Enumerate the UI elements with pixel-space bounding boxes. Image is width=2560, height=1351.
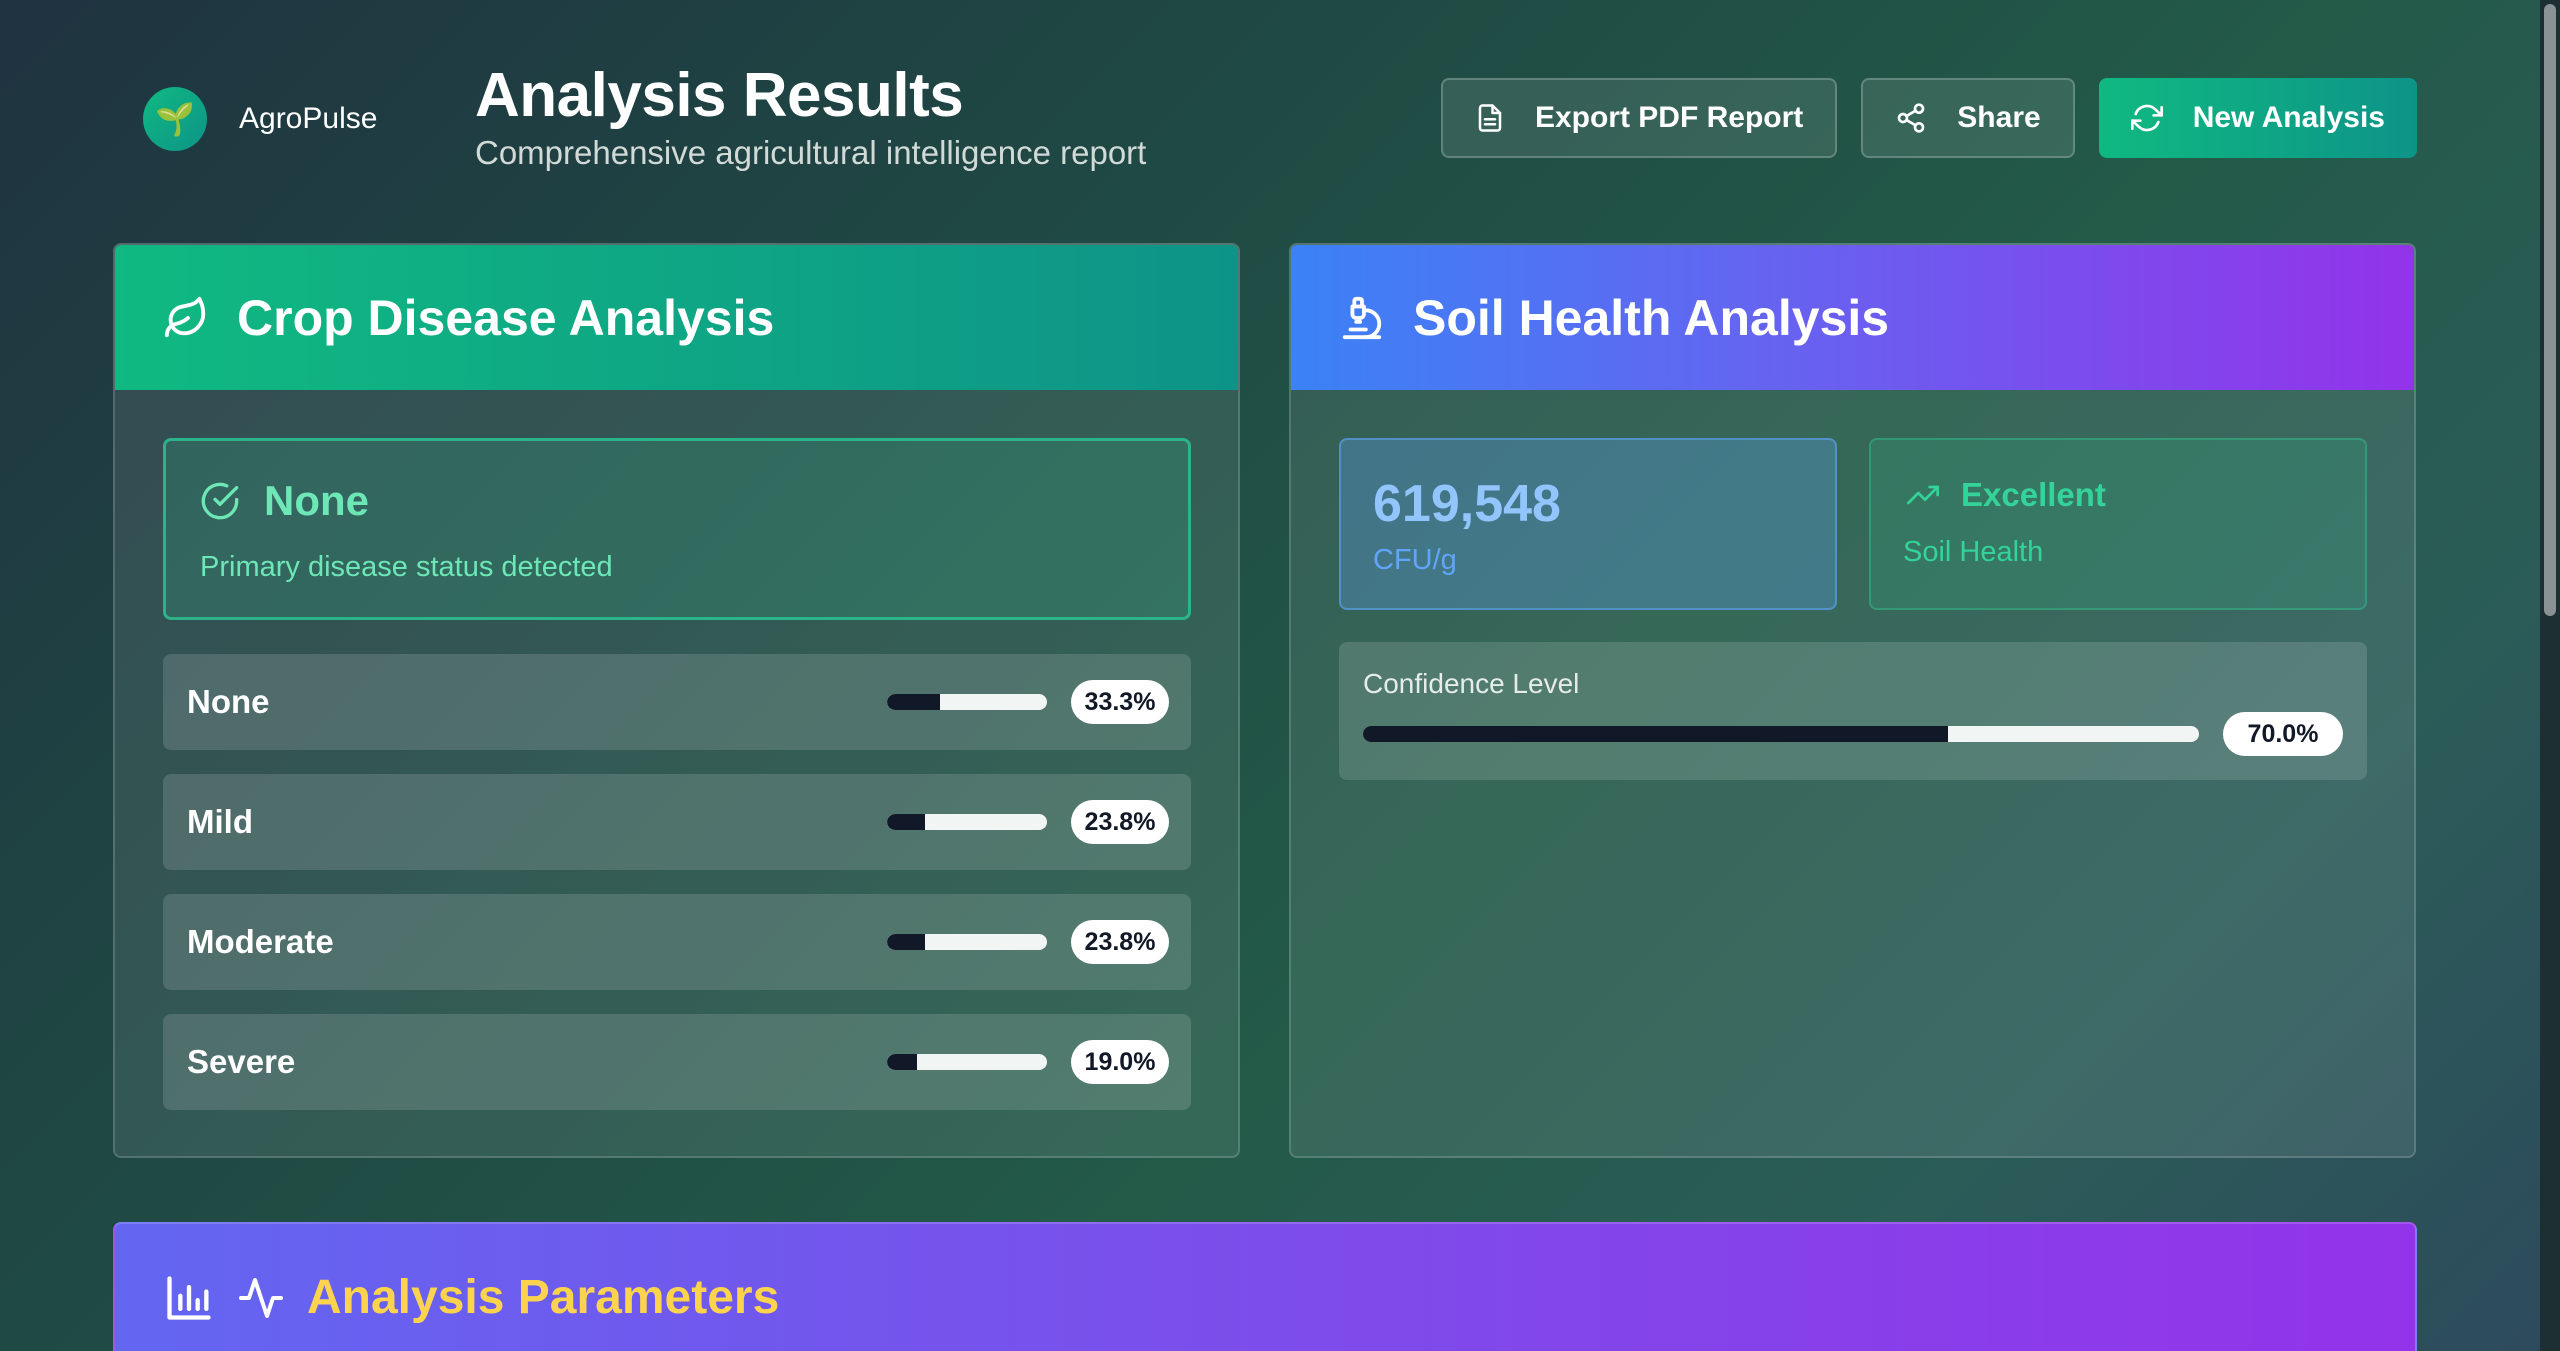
cfu-unit: CFU/g — [1373, 544, 1457, 576]
severity-bar-fill — [887, 814, 926, 830]
severity-label: Severe — [187, 1043, 296, 1080]
page-title: Analysis Results — [475, 61, 964, 130]
crop-disease-header: Crop Disease Analysis — [115, 245, 1238, 390]
trending-up-icon — [1907, 485, 1939, 505]
severity-bar — [887, 1054, 1047, 1070]
severity-bar-fill — [887, 1054, 918, 1070]
brand-name: AgroPulse — [239, 102, 378, 135]
crop-disease-card: Crop Disease Analysis None Primary disea… — [113, 243, 1240, 1158]
severity-label: Moderate — [187, 923, 334, 960]
page-subtitle: Comprehensive agricultural intelligence … — [475, 134, 1147, 171]
disease-status-desc: Primary disease status detected — [200, 551, 613, 583]
scrollbar-thumb[interactable] — [2544, 4, 2556, 616]
severity-percent: 33.3% — [1071, 680, 1169, 724]
brand[interactable]: 🌱 AgroPulse — [143, 87, 377, 151]
severity-percent: 23.8% — [1071, 800, 1169, 844]
check-circle-icon — [201, 482, 239, 520]
export-pdf-button[interactable]: Export PDF Report — [1440, 78, 1838, 158]
page-scrollbar[interactable] — [2540, 0, 2560, 1351]
disease-status-box: None Primary disease status detected — [163, 438, 1191, 620]
refresh-icon — [2130, 104, 2163, 132]
severity-bar — [887, 934, 1047, 950]
crop-disease-title: Crop Disease Analysis — [237, 289, 775, 346]
soil-rating-caption: Soil Health — [1903, 536, 2044, 568]
soil-rating-value: Excellent — [1961, 476, 2106, 513]
soil-health-title: Soil Health Analysis — [1413, 289, 1890, 346]
share-button[interactable]: Share — [1861, 78, 2075, 158]
document-icon — [1478, 104, 1502, 132]
activity-icon — [239, 1277, 283, 1318]
confidence-panel: Confidence Level 70.0% — [1339, 642, 2367, 780]
export-pdf-label: Export PDF Report — [1534, 101, 1804, 134]
new-analysis-button[interactable]: New Analysis — [2098, 78, 2417, 158]
soil-health-header: Soil Health Analysis — [1291, 245, 2414, 390]
leaf-icon — [164, 296, 206, 337]
severity-row: None 33.3% — [163, 654, 1191, 750]
confidence-label: Confidence Level — [1363, 668, 1580, 699]
severity-bar-fill — [887, 934, 926, 950]
severity-percent: 19.0% — [1071, 1040, 1169, 1084]
analysis-parameters-section: Analysis Parameters — [113, 1222, 2417, 1351]
soil-rating: Excellent — [1903, 476, 2106, 514]
header-actions: Export PDF Report Share New Analysis — [1440, 78, 2417, 158]
new-analysis-label: New Analysis — [2192, 101, 2385, 134]
soil-rating-stat: Excellent Soil Health — [1869, 438, 2367, 610]
analysis-parameters-header: Analysis Parameters — [163, 1270, 779, 1325]
severity-percent: 23.8% — [1071, 920, 1169, 964]
severity-bar-fill — [887, 694, 941, 710]
severity-row: Severe 19.0% — [163, 1014, 1191, 1110]
confidence-bar — [1363, 726, 2199, 742]
title-block: Analysis Results Comprehensive agricultu… — [475, 60, 1146, 172]
share-label: Share — [1957, 101, 2041, 134]
disease-status-value: None — [264, 477, 369, 524]
severity-row: Moderate 23.8% — [163, 894, 1191, 990]
page-header: 🌱 AgroPulse Analysis Results Comprehensi… — [113, 60, 2417, 180]
cfu-value: 619,548 — [1373, 475, 1561, 533]
share-icon — [1897, 103, 1925, 133]
seedling-icon: 🌱 — [143, 87, 207, 151]
confidence-bar-fill — [1363, 726, 1949, 742]
cfu-stat: 619,548 CFU/g — [1339, 438, 1837, 610]
confidence-percent: 70.0% — [2223, 712, 2343, 756]
analysis-parameters-title: Analysis Parameters — [307, 1271, 780, 1324]
severity-bar — [887, 814, 1047, 830]
microscope-icon — [1342, 296, 1382, 339]
soil-health-card: Soil Health Analysis 619,548 CFU/g Excel… — [1289, 243, 2416, 1158]
bar-chart-icon — [167, 1275, 211, 1320]
disease-status: None — [200, 477, 369, 525]
severity-bar — [887, 694, 1047, 710]
severity-label: None — [187, 683, 270, 720]
severity-row: Mild 23.8% — [163, 774, 1191, 870]
severity-label: Mild — [187, 803, 253, 840]
